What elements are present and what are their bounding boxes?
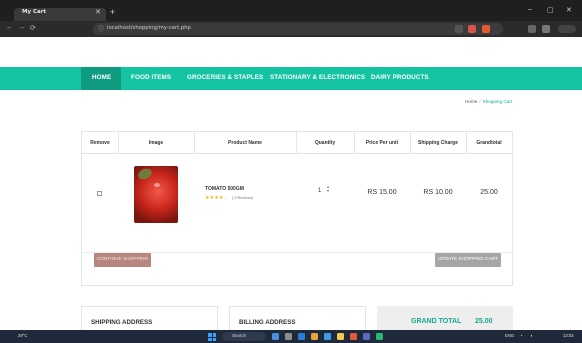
nav-item-food-items[interactable]: FOOD ITEMS (131, 74, 171, 81)
reload-icon[interactable]: ⟳ (30, 24, 36, 32)
taskbar-app-icon[interactable] (285, 333, 292, 340)
os-taskbar: 29°C Search ENG ◔ ◖ 13:03 (0, 330, 582, 343)
back-icon[interactable]: ← (6, 24, 13, 31)
column-header-grandtotal: Grandtotal (476, 140, 502, 146)
taskbar-app-icon[interactable] (337, 333, 344, 340)
brave-shield-icon[interactable] (468, 25, 476, 33)
column-header-quantity: Quantity (314, 140, 336, 146)
product-image[interactable] (134, 166, 178, 223)
weather-widget[interactable]: 29°C (18, 333, 27, 338)
product-name[interactable]: TOMATO 500GM (205, 186, 244, 192)
product-image-shine (154, 183, 160, 187)
site-info-icon[interactable]: ⓘ (98, 24, 104, 33)
breadcrumb-home[interactable]: Home (465, 99, 477, 104)
nav-item-home[interactable]: HOME (92, 74, 111, 81)
main-nav: HOME FOOD ITEMS GROCERIES & STAPLES STAT… (0, 67, 582, 90)
star-rating-icon: ★★★★☆ (205, 195, 228, 201)
wallet-icon[interactable] (542, 25, 550, 33)
forward-icon[interactable]: → (18, 24, 25, 31)
shipping-address-title: SHIPPING ADDRESS (91, 319, 153, 326)
rating-filled: ★★★★ (205, 195, 224, 201)
column-header-product-name: Product Name (228, 140, 262, 146)
window-close-icon[interactable]: ✕ (566, 6, 572, 14)
nav-item-dairy-products[interactable]: DAIRY PRODUCTS (371, 74, 429, 81)
grand-total-value: 25.00 (475, 318, 493, 325)
quantity-input[interactable]: 1 (318, 188, 321, 194)
breadcrumb: Home / Shopping Cart (465, 99, 512, 104)
taskbar-app-icon[interactable] (350, 333, 357, 340)
taskbar-app-icon[interactable] (363, 333, 370, 340)
nav-item-groceries-staples[interactable]: GROCERIES & STAPLES (187, 74, 263, 81)
minimize-icon[interactable]: – (528, 6, 532, 13)
nav-item-stationary-electronics[interactable]: STATIONARY & ELECTRONICS (270, 74, 365, 81)
continue-shopping-button[interactable]: CONTINUE SHOPPING (94, 253, 151, 267)
review-count: ( 0 Reviews) (232, 196, 254, 200)
column-header-remove: Remove (90, 140, 110, 146)
table-header: Remove Image Product Name Quantity Price… (82, 132, 512, 154)
remove-checkbox[interactable] (97, 191, 102, 196)
address-bar[interactable]: ⓘ localhost/shopping/my-cart.php (93, 23, 503, 35)
shipping-charge: RS 10.00 (423, 189, 453, 196)
page-top-spacer (0, 37, 582, 67)
price-per-unit: RS 15.00 (367, 189, 397, 196)
row-grandtotal: 25.00 (480, 189, 498, 196)
taskbar-search[interactable]: Search (222, 332, 266, 341)
maximize-icon[interactable]: ▢ (547, 6, 554, 14)
billing-address-title: BILLING ADDRESS (239, 319, 296, 326)
quantity-stepper-icon[interactable]: ▴ ▾ (327, 185, 329, 193)
taskbar-app-icon[interactable] (298, 333, 305, 340)
sidebar-icon[interactable] (528, 25, 536, 33)
browser-tab[interactable]: My Cart ✕ (14, 8, 106, 21)
url-text: localhost/shopping/my-cart.php (107, 25, 191, 31)
grand-total-label: GRAND TOTAL (411, 318, 462, 325)
column-header-image: Image (148, 140, 164, 146)
extension-icon[interactable] (455, 25, 463, 33)
clock[interactable]: 13:03 (563, 333, 573, 338)
profile-icon[interactable] (558, 25, 576, 33)
browser-toolbar: ← → ⟳ ⓘ localhost/shopping/my-cart.php (0, 21, 582, 37)
tab-title: My Cart (22, 9, 47, 15)
taskbar-app-icon[interactable] (311, 333, 318, 340)
tab-close-icon[interactable]: ✕ (95, 8, 101, 16)
volume-icon[interactable]: ◖ (530, 333, 533, 338)
wifi-icon[interactable]: ◔ (520, 333, 523, 338)
product-image-leaf (136, 166, 154, 182)
windows-start-icon[interactable] (208, 333, 216, 341)
column-header-shipping-charge: Shipping Charge (418, 140, 458, 146)
column-header-price-per-unit: Price Per unit (365, 140, 399, 146)
table-row: TOMATO 500GM ★★★★☆ ( 0 Reviews) 1 ▴ ▾ RS … (82, 154, 512, 253)
new-tab-icon[interactable]: + (110, 7, 115, 17)
taskbar-app-icon[interactable] (376, 333, 383, 340)
rewards-icon[interactable] (482, 25, 490, 33)
taskbar-app-icon[interactable] (272, 333, 279, 340)
breadcrumb-current: Shopping Cart (482, 99, 512, 104)
rating-empty: ☆ (223, 195, 229, 201)
screen: My Cart ✕ + – ▢ ✕ ← → ⟳ ⓘ localhost/shop… (0, 0, 582, 343)
update-cart-button[interactable]: UPDATE SHOPPING CART (435, 253, 501, 267)
browser-tab-bar: My Cart ✕ + – ▢ ✕ (0, 0, 582, 21)
language-indicator[interactable]: ENG (505, 333, 514, 338)
breadcrumb-separator: / (479, 99, 481, 104)
taskbar-app-icon[interactable] (324, 333, 331, 340)
taskbar-search-label: Search (232, 333, 246, 338)
